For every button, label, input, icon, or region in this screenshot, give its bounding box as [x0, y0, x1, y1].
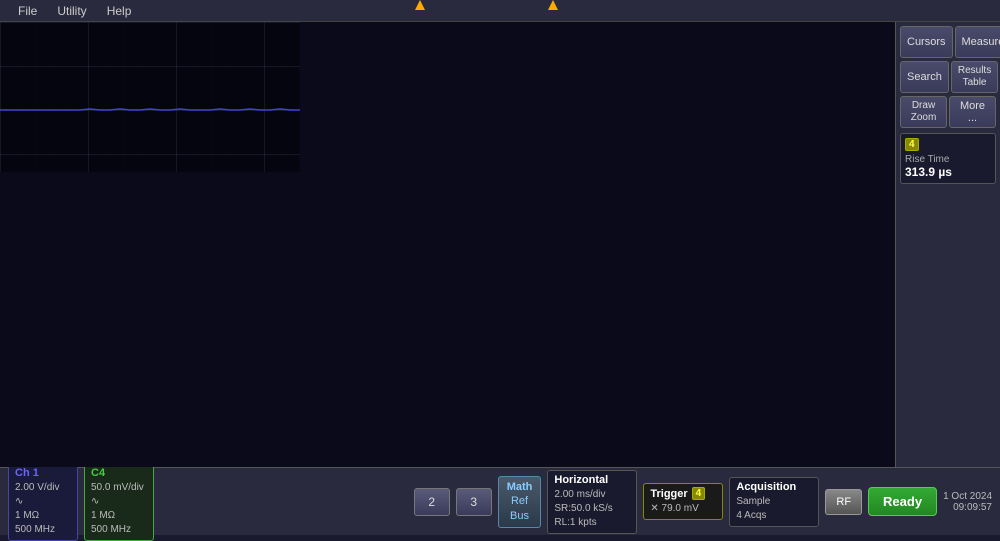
right-sidebar: Cursors Measure Search ResultsTable Draw… — [895, 22, 1000, 467]
results-table-button[interactable]: ResultsTable — [951, 61, 998, 93]
ready-button[interactable]: Ready — [868, 487, 937, 516]
draw-zoom-button[interactable]: DrawZoom — [900, 96, 947, 128]
menu-bar: File Utility Help — [0, 0, 1000, 22]
scope-display[interactable]: 3.20 V 1.20 V -800 mV -2.80 V -4.80 V -6… — [0, 22, 895, 467]
menu-file[interactable]: File — [8, 4, 47, 18]
trigger-level: ✕ 79.0 mV — [650, 502, 716, 516]
ch4-info[interactable]: C4 50.0 mV/div ∿ 1 MΩ 500 MHz — [84, 463, 154, 541]
measurement-label: Rise Time — [905, 154, 991, 165]
math-ref-bus-button[interactable]: Math Ref Bus — [498, 476, 542, 528]
measurement-box: 4 Rise Time 313.9 µs — [900, 133, 996, 184]
search-button[interactable]: Search — [900, 61, 949, 93]
more-button[interactable]: More ... — [949, 96, 996, 128]
btn2[interactable]: 2 — [414, 488, 450, 516]
acq-count: 4 Acqs — [736, 509, 812, 523]
ch4-bandwidth: 500 MHz — [91, 523, 147, 537]
ch1-info[interactable]: Ch 1 2.00 V/div ∿ 1 MΩ 500 MHz — [8, 463, 78, 541]
ch1-label: Ch 1 — [15, 467, 71, 479]
acquisition-section[interactable]: Acquisition Sample 4 Acqs — [729, 477, 819, 527]
ref-label: Ref — [511, 494, 528, 508]
measurement-value: 313.9 µs — [905, 165, 991, 179]
bus-label: Bus — [510, 509, 529, 523]
ch4-coupling: ∿ — [91, 495, 147, 509]
ch4-impedance: 1 MΩ — [91, 509, 147, 523]
cursors-button[interactable]: Cursors — [900, 26, 953, 58]
btn3[interactable]: 3 — [456, 488, 492, 516]
trigger-channel: 4 — [692, 487, 706, 500]
grid-canvas: 3.20 V 1.20 V -800 mV -2.80 V -4.80 V -6… — [0, 22, 300, 172]
acquisition-title: Acquisition — [736, 481, 812, 493]
main-content: 3.20 V 1.20 V -800 mV -2.80 V -4.80 V -6… — [0, 22, 1000, 467]
menu-utility[interactable]: Utility — [47, 4, 96, 18]
date-line1: 1 Oct 2024 — [943, 491, 992, 502]
date-line2: 09:09:57 — [943, 502, 992, 513]
horizontal-title: Horizontal — [554, 474, 630, 486]
menu-help[interactable]: Help — [97, 4, 142, 18]
trigger-title: Trigger — [650, 488, 687, 500]
date-display: 1 Oct 2024 09:09:57 — [943, 491, 992, 513]
ch4-label: C4 — [91, 467, 147, 479]
ch1-volts: 2.00 V/div — [15, 481, 71, 495]
time-div: 2.00 ms/div — [554, 488, 630, 502]
horizontal-section[interactable]: Horizontal 2.00 ms/div SR:50.0 kS/s RL:1… — [547, 470, 637, 534]
math-label: Math — [507, 480, 533, 494]
ch1-coupling: ∿ — [15, 495, 71, 509]
sample-rate: SR:50.0 kS/s — [554, 502, 630, 516]
ch4-volts: 50.0 mV/div — [91, 481, 147, 495]
ch1-impedance: 1 MΩ — [15, 509, 71, 523]
acq-mode: Sample — [736, 495, 812, 509]
rf-button[interactable]: RF — [825, 489, 862, 515]
channel-badge: 4 — [905, 138, 919, 151]
bottom-bar: Ch 1 2.00 V/div ∿ 1 MΩ 500 MHz C4 50.0 m… — [0, 467, 1000, 535]
ch1-bandwidth: 500 MHz — [15, 523, 71, 537]
record-length: RL:1 kpts — [554, 516, 630, 530]
trigger-section[interactable]: Trigger 4 ✕ 79.0 mV — [643, 483, 723, 520]
measure-button[interactable]: Measure — [955, 26, 1000, 58]
